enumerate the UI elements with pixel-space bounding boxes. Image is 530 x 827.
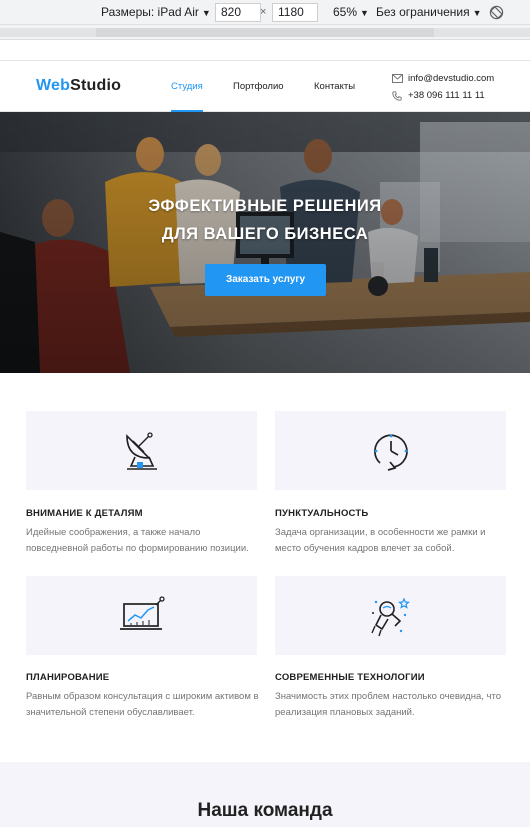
ruler-bar — [96, 28, 434, 37]
feature-icon-box — [275, 576, 506, 655]
mail-icon — [392, 74, 403, 83]
email-text: info@devstudio.com — [408, 73, 495, 84]
times-sign: × — [260, 6, 267, 18]
width-input[interactable]: 820 — [215, 3, 261, 22]
satellite-dish-icon — [125, 431, 157, 470]
feature-text: Значимость этих проблем настолько очевид… — [275, 691, 501, 718]
device-select-label: Размеры: iPad Air — [101, 5, 199, 19]
feature-title: ПУНКТУАЛЬНОСТЬ — [275, 508, 369, 519]
device-toolbar: Размеры: iPad Air ▼ 820 × 1180 65% ▼ Без о… — [0, 0, 530, 25]
throttle-select[interactable]: Без ограничения ▼ — [376, 0, 482, 25]
nav-portfolio[interactable]: Портфолио — [233, 81, 284, 92]
hero-title-line-2: ДЛЯ ВАШЕГО БИЗНЕСА — [161, 225, 369, 243]
chevron-down-icon: ▼ — [201, 8, 211, 18]
hero-section: ЭФФЕКТИВНЫЕ РЕШЕНИЯ ДЛЯ ВАШЕГО БИЗНЕСА З… — [0, 112, 530, 373]
throttle-label: Без ограничения — [376, 5, 470, 19]
feature-icon-box — [275, 411, 506, 490]
clock-icon — [373, 433, 408, 471]
feature-icon-box — [26, 576, 257, 655]
feature-title: ВНИМАНИЕ К ДЕТАЛЯМ — [26, 508, 143, 519]
rotate-icon[interactable] — [489, 5, 504, 20]
chevron-down-icon: ▼ — [472, 8, 482, 18]
nav-contacts[interactable]: Контакты — [314, 81, 355, 92]
feature-text: Задача организации, в особенности же рам… — [275, 527, 486, 554]
logo-web: Web — [36, 77, 71, 94]
hero-title-line-1: ЭФФЕКТИВНЫЕ РЕШЕНИЯ — [148, 197, 382, 215]
device-select[interactable]: Размеры: iPad Air ▼ — [101, 0, 211, 25]
phone-icon — [392, 91, 402, 101]
feature-icon-box — [26, 411, 257, 490]
media-query-ruler — [0, 25, 530, 40]
feature-text: Идейные соображения, а также начало повс… — [26, 527, 249, 554]
nav-studio[interactable]: Студия — [171, 81, 203, 92]
logo-studio: Studio — [70, 77, 122, 94]
logo[interactable]: WebStudio — [36, 77, 121, 95]
feature-text: Равным образом консультация с широким ак… — [26, 691, 259, 718]
order-service-button[interactable]: Заказать услугу — [205, 264, 326, 296]
team-section: Наша команда — [0, 762, 530, 827]
phone-text: +38 096 111 11 11 — [408, 90, 485, 101]
feature-title: СОВРЕМЕННЫЕ ТЕХНОЛОГИИ — [275, 672, 425, 683]
zoom-label: 65% — [333, 5, 358, 19]
site-header: WebStudio Студия Портфолио Контакты info… — [0, 60, 530, 112]
team-title: Наша команда — [197, 800, 333, 821]
chevron-down-icon: ▼ — [360, 8, 369, 18]
chart-monitor-icon — [119, 595, 165, 630]
hero-title: ЭФФЕКТИВНЫЕ РЕШЕНИЯ ДЛЯ ВАШЕГО БИЗНЕСА — [0, 192, 530, 248]
height-input[interactable]: 1180 — [272, 3, 318, 22]
astronaut-icon — [370, 596, 410, 636]
feature-title: ПЛАНИРОВАНИЕ — [26, 672, 110, 683]
zoom-select[interactable]: 65% ▼ — [333, 0, 369, 25]
